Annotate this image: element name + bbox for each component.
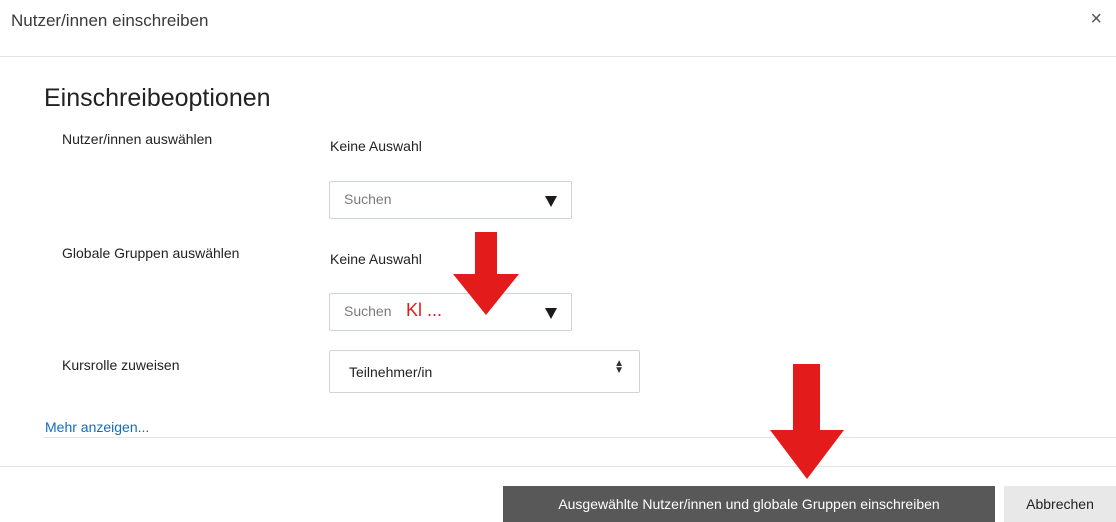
header-divider: [0, 56, 1116, 57]
users-selection: Keine Auswahl: [330, 138, 422, 154]
footer-divider: [0, 466, 1116, 467]
users-search-placeholder: Suchen: [344, 191, 392, 207]
groups-search-value: Kl ...: [406, 300, 443, 320]
dropdown-triangle-icon[interactable]: [545, 196, 557, 207]
more-options-link[interactable]: Mehr anzeigen...: [45, 419, 149, 435]
role-label: Kursrolle zuweisen: [62, 357, 180, 373]
enrol-selected-button[interactable]: Ausgewählte Nutzer/innen und globale Gru…: [503, 486, 995, 522]
role-select[interactable]: Teilnehmer/in ▲ ▼: [329, 350, 640, 393]
red-arrow-annotation: [453, 232, 519, 315]
close-icon[interactable]: ×: [1090, 9, 1102, 29]
cancel-button[interactable]: Abbrechen: [1004, 486, 1116, 522]
updown-chevron-icon: ▲ ▼: [614, 358, 624, 376]
section-divider: [44, 437, 1116, 438]
modal-title: Nutzer/innen einschreiben: [11, 11, 209, 30]
users-search-input[interactable]: Suchen: [329, 181, 572, 219]
role-value: Teilnehmer/in: [349, 364, 433, 380]
groups-selection: Keine Auswahl: [330, 251, 422, 267]
section-title: Einschreibeoptionen: [44, 84, 271, 112]
users-label: Nutzer/innen auswählen: [62, 131, 213, 147]
dropdown-triangle-icon[interactable]: [545, 308, 557, 319]
red-arrow-annotation: [770, 364, 844, 479]
groups-label: Globale Gruppen auswählen: [62, 245, 240, 261]
groups-search-placeholder: Suchen: [344, 303, 392, 319]
